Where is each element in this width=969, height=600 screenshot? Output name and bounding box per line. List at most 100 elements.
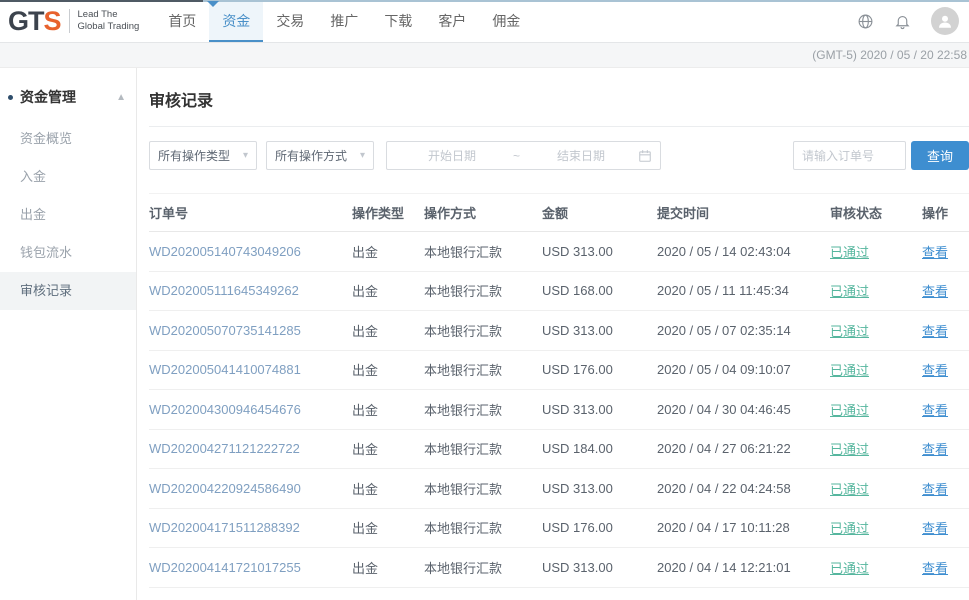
row-submitted: 2020 / 04 / 14 12:21:01 <box>657 560 830 575</box>
table-header-row: 订单号 操作类型 操作方式 金额 提交时间 审核状态 操作 <box>149 193 969 232</box>
order-no-link[interactable]: WD202005111645349262 <box>149 283 299 298</box>
nav-tab-download[interactable]: 下载 <box>371 0 425 42</box>
end-date-input[interactable] <box>524 149 638 163</box>
table-row: WD202005041410074881 出金 本地银行汇款 USD 176.0… <box>149 351 969 391</box>
nav-tab-trade[interactable]: 交易 <box>263 0 317 42</box>
app-header: GTS Lead The Global Trading 首页 资金 交易 推广 … <box>0 0 969 43</box>
row-type: 出金 <box>352 439 424 458</box>
chevron-up-icon: ▲ <box>116 92 126 103</box>
view-link[interactable]: 查看 <box>922 442 948 457</box>
view-link[interactable]: 查看 <box>922 482 948 497</box>
row-submitted: 2020 / 04 / 27 06:21:22 <box>657 441 830 456</box>
sidebar-item-funds-overview[interactable]: 资金概览 <box>0 120 136 158</box>
status-badge[interactable]: 已通过 <box>830 561 869 576</box>
sidebar-item-wallet-flow[interactable]: 钱包流水 <box>0 234 136 272</box>
table-row: WD202004171511288392 出金 本地银行汇款 USD 176.0… <box>149 509 969 549</box>
operation-type-value: 所有操作类型 <box>158 147 230 164</box>
status-badge[interactable]: 已通过 <box>830 403 869 418</box>
row-type: 出金 <box>352 400 424 419</box>
col-status: 审核状态 <box>830 203 922 222</box>
row-amount: USD 176.00 <box>542 520 657 535</box>
order-no-link[interactable]: WD202004300946454676 <box>149 402 301 417</box>
status-badge[interactable]: 已通过 <box>830 324 869 339</box>
row-type: 出金 <box>352 360 424 379</box>
row-type: 出金 <box>352 281 424 300</box>
order-no-link[interactable]: WD202004141721017255 <box>149 560 301 575</box>
row-method: 本地银行汇款 <box>424 518 542 537</box>
col-submitted: 提交时间 <box>657 203 830 222</box>
nav-tab-promotion[interactable]: 推广 <box>317 0 371 42</box>
view-link[interactable]: 查看 <box>922 403 948 418</box>
row-type: 出金 <box>352 558 424 577</box>
order-no-link[interactable]: WD202004271121222722 <box>149 441 300 456</box>
nav-tab-commission[interactable]: 佣金 <box>479 0 533 42</box>
view-link[interactable]: 查看 <box>922 363 948 378</box>
status-badge[interactable]: 已通过 <box>830 442 869 457</box>
col-order-no: 订单号 <box>149 203 352 222</box>
row-submitted: 2020 / 05 / 07 02:35:14 <box>657 323 830 338</box>
table-row: WD202004271121222722 出金 本地银行汇款 USD 184.0… <box>149 430 969 470</box>
order-no-link[interactable]: WD202004171511288392 <box>149 520 300 535</box>
server-time: (GMT-5) 2020 / 05 / 20 22:58 <box>812 48 967 62</box>
view-link[interactable]: 查看 <box>922 561 948 576</box>
row-submitted: 2020 / 04 / 30 04:46:45 <box>657 402 830 417</box>
col-action: 操作 <box>922 203 969 222</box>
view-link[interactable]: 查看 <box>922 521 948 536</box>
nav-dropdown-caret-icon <box>207 1 219 7</box>
window-top-edge <box>0 0 969 2</box>
operation-method-select[interactable]: 所有操作方式 ▾ <box>266 141 374 170</box>
row-method: 本地银行汇款 <box>424 479 542 498</box>
row-method: 本地银行汇款 <box>424 439 542 458</box>
view-link[interactable]: 查看 <box>922 245 948 260</box>
status-badge[interactable]: 已通过 <box>830 363 869 378</box>
calendar-icon <box>638 149 652 163</box>
view-link[interactable]: 查看 <box>922 284 948 299</box>
row-type: 出金 <box>352 518 424 537</box>
view-link[interactable]: 查看 <box>922 324 948 339</box>
order-number-input[interactable] <box>793 141 906 170</box>
row-submitted: 2020 / 05 / 11 11:45:34 <box>657 283 830 298</box>
nav-tab-home[interactable]: 首页 <box>155 0 209 42</box>
order-no-link[interactable]: WD202005140743049206 <box>149 244 301 259</box>
logo-gts: GTS <box>8 0 61 43</box>
filter-bar: 所有操作类型 ▾ 所有操作方式 ▾ ~ 查询 <box>149 141 969 170</box>
status-badge[interactable]: 已通过 <box>830 482 869 497</box>
globe-icon[interactable] <box>857 13 874 30</box>
brand-logo[interactable]: GTS Lead The Global Trading <box>8 0 139 42</box>
row-type: 出金 <box>352 242 424 261</box>
date-range-picker[interactable]: ~ <box>386 141 661 170</box>
row-type: 出金 <box>352 321 424 340</box>
audit-records-table: 订单号 操作类型 操作方式 金额 提交时间 审核状态 操作 WD20200514… <box>149 193 969 600</box>
bell-icon[interactable] <box>894 13 911 30</box>
col-method: 操作方式 <box>424 203 542 222</box>
order-no-link[interactable]: WD202004220924586490 <box>149 481 301 496</box>
sidebar-item-deposit[interactable]: 入金 <box>0 158 136 196</box>
operation-method-value: 所有操作方式 <box>275 147 347 164</box>
status-badge[interactable]: 已通过 <box>830 245 869 260</box>
row-amount: USD 313.00 <box>542 402 657 417</box>
row-submitted: 2020 / 04 / 17 10:11:28 <box>657 520 830 535</box>
sidebar-item-audit-records[interactable]: 审核记录 <box>0 272 136 310</box>
status-badge[interactable]: 已通过 <box>830 521 869 536</box>
row-submitted: 2020 / 05 / 04 09:10:07 <box>657 362 830 377</box>
sidebar-item-withdrawal[interactable]: 出金 <box>0 196 136 234</box>
status-badge[interactable]: 已通过 <box>830 284 869 299</box>
timezone-bar: (GMT-5) 2020 / 05 / 20 22:58 <box>0 43 969 68</box>
row-method: 本地银行汇款 <box>424 242 542 261</box>
row-amount: USD 313.00 <box>542 323 657 338</box>
table-row: WD202004101622573667 出金 本地银行汇款 USD 192.6… <box>149 588 969 600</box>
page-title: 审核记录 <box>149 87 969 111</box>
operation-type-select[interactable]: 所有操作类型 ▾ <box>149 141 257 170</box>
chevron-down-icon: ▾ <box>243 150 248 161</box>
sidebar-group-funds-management[interactable]: 资金管理 ▲ <box>0 82 136 112</box>
bullet-icon <box>8 95 13 100</box>
row-amount: USD 184.00 <box>542 441 657 456</box>
order-no-link[interactable]: WD202005041410074881 <box>149 362 301 377</box>
table-row: WD202005140743049206 出金 本地银行汇款 USD 313.0… <box>149 232 969 272</box>
start-date-input[interactable] <box>395 149 509 163</box>
search-button[interactable]: 查询 <box>911 141 969 170</box>
row-method: 本地银行汇款 <box>424 400 542 419</box>
nav-tab-clients[interactable]: 客户 <box>425 0 479 42</box>
user-avatar[interactable] <box>931 7 959 35</box>
order-no-link[interactable]: WD202005070735141285 <box>149 323 301 338</box>
